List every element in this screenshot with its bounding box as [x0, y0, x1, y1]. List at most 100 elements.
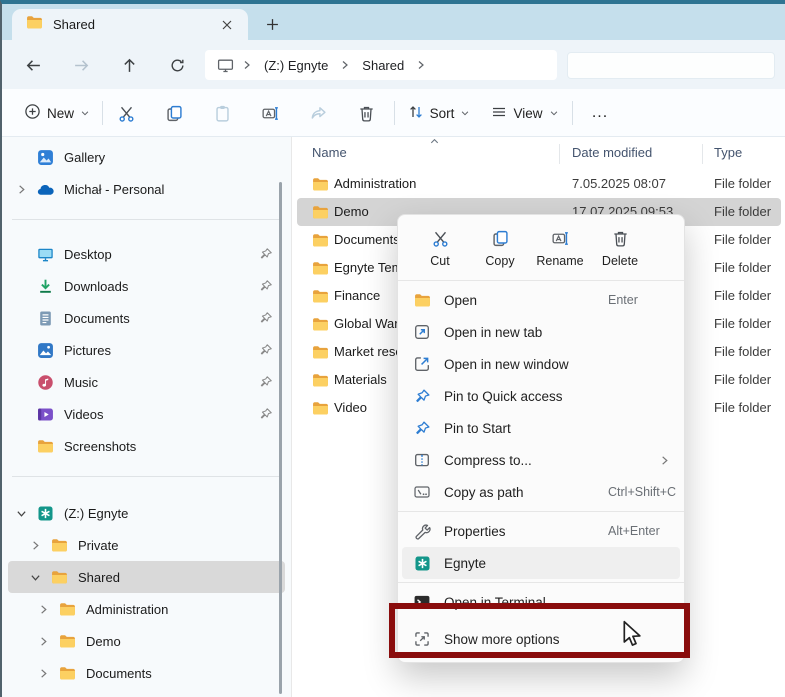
column-header-date-modified[interactable]: Date modified — [572, 145, 652, 160]
sidebar-item-videos[interactable]: Videos — [8, 398, 285, 430]
expander-chevron-icon[interactable] — [30, 604, 56, 615]
sidebar-item-pictures[interactable]: Pictures — [8, 334, 285, 366]
folder-icon — [312, 400, 329, 420]
column-header-type[interactable]: Type — [714, 145, 742, 160]
back-button[interactable] — [16, 50, 50, 80]
menu-item-open[interactable]: Open Enter — [402, 284, 680, 316]
rename-button[interactable] — [250, 96, 290, 130]
copy-icon — [165, 104, 184, 123]
toolbar-divider — [394, 101, 395, 125]
new-tab-button[interactable] — [258, 12, 286, 36]
expander-chevron-icon[interactable] — [8, 508, 34, 519]
sidebar-item-egnyte-templates[interactable]: Egnyte Templates — [8, 689, 285, 697]
egnyte-drive-icon — [412, 555, 432, 572]
sidebar-item-desktop[interactable]: Desktop — [8, 238, 285, 270]
file-row-administration[interactable]: Administration 7.05.2025 08:07 File fold… — [297, 170, 781, 198]
tab-bar: Shared — [2, 4, 785, 40]
show-more-icon — [412, 630, 432, 648]
folder-icon — [412, 292, 432, 309]
file-explorer-window: Shared (Z:) Egnyte Shared New Sort View … — [0, 0, 785, 697]
up-button[interactable] — [112, 50, 146, 80]
sidebar-item-documents[interactable]: Documents — [8, 302, 285, 334]
paste-button[interactable] — [202, 96, 242, 130]
expander-chevron-icon[interactable] — [8, 184, 34, 195]
file-name: Documents — [334, 232, 400, 247]
menu-item-shortcut: Ctrl+Shift+C — [608, 485, 677, 499]
menu-item-show-more-options[interactable]: Show more options — [402, 618, 680, 660]
sort-ascending-icon — [429, 135, 440, 150]
sidebar-item-administration[interactable]: Administration — [8, 593, 285, 625]
breadcrumb-drive[interactable]: (Z:) Egnyte — [260, 56, 332, 75]
breadcrumb-folder[interactable]: Shared — [358, 56, 408, 75]
delete-icon — [611, 229, 630, 251]
menu-item-copy-as-path[interactable]: Copy as path Ctrl+Shift+C — [402, 476, 680, 508]
expander-chevron-icon[interactable] — [22, 540, 48, 551]
quick-action-cut[interactable]: Cut — [412, 223, 468, 273]
menu-item-label: Show more options — [444, 631, 560, 647]
menu-item-pin-to-start[interactable]: Pin to Start — [402, 412, 680, 444]
file-name: Finance — [334, 288, 381, 303]
sidebar-item-shared[interactable]: Shared — [8, 561, 285, 593]
sidebar-item-demo[interactable]: Demo — [8, 625, 285, 657]
sidebar-item-downloads[interactable]: Downloads — [8, 270, 285, 302]
menu-item-label: Egnyte — [444, 555, 487, 571]
menu-item-open-in-terminal[interactable]: Open in Terminal — [402, 586, 680, 618]
menu-item-properties[interactable]: Properties Alt+Enter — [402, 515, 680, 547]
folder-icon — [56, 601, 78, 618]
menu-item-open-in-new-tab[interactable]: Open in new tab — [402, 316, 680, 348]
menu-divider — [398, 280, 684, 281]
sidebar-item-screenshots[interactable]: Screenshots — [8, 430, 285, 462]
more-options-button[interactable]: ... — [582, 96, 618, 130]
this-pc-icon[interactable] — [217, 57, 234, 74]
file-name: Video — [334, 400, 368, 415]
share-button[interactable] — [298, 96, 338, 130]
command-bar: New Sort View ... — [2, 89, 785, 137]
menu-item-egnyte[interactable]: Egnyte — [402, 547, 680, 579]
menu-item-compress-to[interactable]: Compress to... — [402, 444, 680, 476]
sidebar-item-z-egnyte[interactable]: (Z:) Egnyte — [8, 497, 285, 529]
chevron-down-icon — [460, 106, 470, 121]
sort-button[interactable]: Sort — [406, 96, 472, 130]
delete-button[interactable] — [346, 96, 386, 130]
close-tab-icon[interactable] — [214, 14, 240, 36]
address-bar[interactable]: (Z:) Egnyte Shared — [205, 50, 557, 80]
view-button[interactable]: View — [490, 96, 560, 130]
quick-action-copy[interactable]: Copy — [472, 223, 528, 273]
downloads-icon — [34, 278, 56, 295]
quick-action-delete[interactable]: Delete — [592, 223, 648, 273]
quick-action-label: Cut — [430, 253, 450, 268]
cut-button[interactable] — [106, 96, 146, 130]
forward-button[interactable] — [64, 50, 98, 80]
file-type: File folder — [714, 176, 772, 191]
menu-item-open-in-new-window[interactable]: Open in new window — [402, 348, 680, 380]
menu-item-pin-to-quick-access[interactable]: Pin to Quick access — [402, 380, 680, 412]
file-type: File folder — [714, 400, 772, 415]
column-divider[interactable] — [559, 144, 560, 164]
expander-chevron-icon[interactable] — [30, 636, 56, 647]
refresh-button[interactable] — [160, 50, 194, 80]
folder-icon — [312, 204, 329, 224]
menu-item-label: Open — [444, 292, 478, 308]
column-divider[interactable] — [702, 144, 703, 164]
column-header-name[interactable]: Name — [312, 145, 347, 160]
sidebar-item-music[interactable]: Music — [8, 366, 285, 398]
rename-icon — [551, 229, 570, 251]
expander-chevron-icon[interactable] — [30, 668, 56, 679]
sidebar-item-michał-personal[interactable]: Michał - Personal — [8, 173, 285, 205]
tab-shared[interactable]: Shared — [12, 9, 248, 40]
sidebar-item-label: Demo — [86, 633, 121, 649]
sidebar-scrollbar[interactable] — [279, 182, 282, 694]
expander-chevron-icon[interactable] — [22, 572, 48, 583]
copy-button[interactable] — [154, 96, 194, 130]
file-name: Materials — [334, 372, 387, 387]
sidebar-item-label: Administration — [86, 601, 169, 617]
sidebar-item-documents[interactable]: Documents — [8, 657, 285, 689]
terminal-icon — [412, 593, 432, 611]
search-box[interactable] — [567, 52, 775, 79]
quick-action-rename[interactable]: Rename — [532, 223, 588, 273]
sidebar-item-gallery[interactable]: Gallery — [8, 141, 285, 173]
sidebar-item-private[interactable]: Private — [8, 529, 285, 561]
new-button[interactable]: New — [18, 96, 96, 130]
share-icon — [309, 104, 328, 123]
file-name: Global Warr — [334, 316, 403, 331]
